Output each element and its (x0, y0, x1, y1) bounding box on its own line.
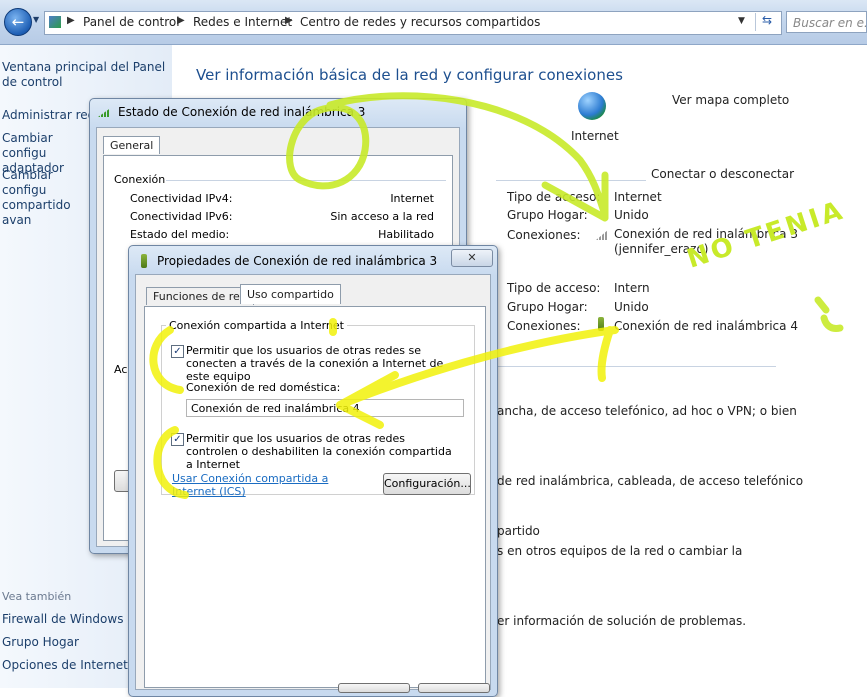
green-circle-scribble (286, 103, 370, 190)
green-smiley-scribble (814, 296, 844, 332)
yellow-bracket-1 (149, 326, 184, 394)
yellow-arrow-tail (597, 326, 614, 382)
highlighter-annotations (149, 92, 844, 499)
yellow-arrow-head (336, 371, 399, 429)
yellow-bracket-2 (153, 426, 189, 499)
yellow-arrow-line (336, 326, 619, 409)
